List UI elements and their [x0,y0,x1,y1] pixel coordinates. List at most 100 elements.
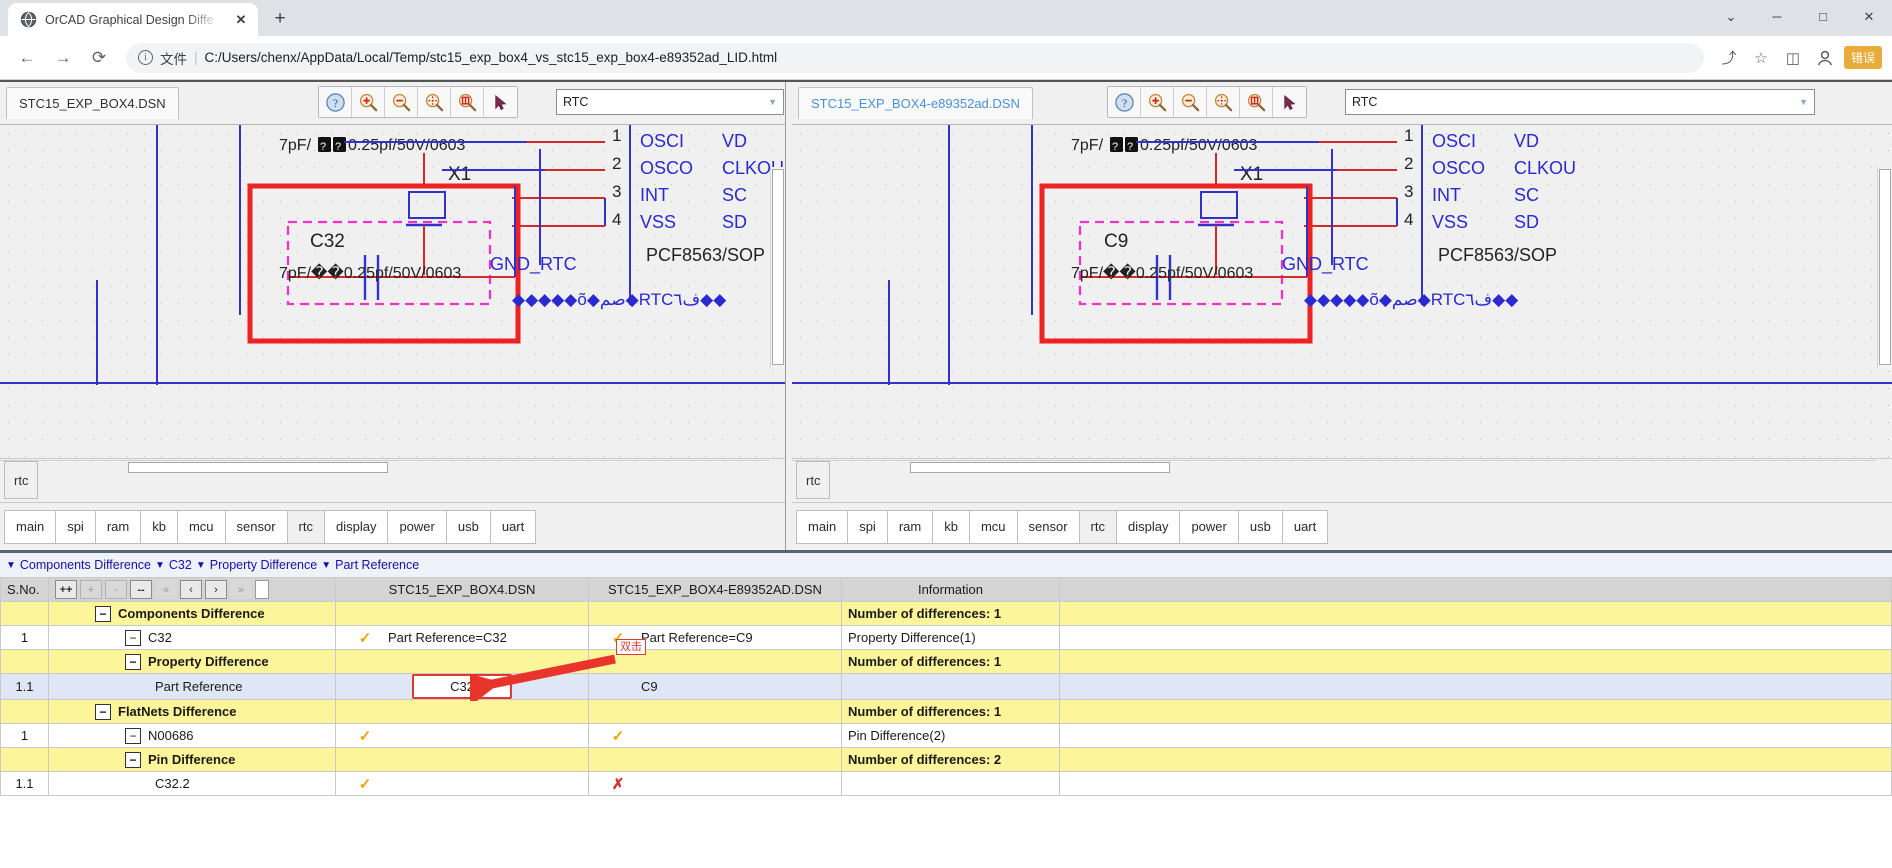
left-schematic-pane: STC15_EXP_BOX4.DSN ? RTC ▼ 7pF/ ? ? 0.25… [0,82,786,550]
sheet-tab-uart[interactable]: uart [1281,509,1329,544]
error-badge[interactable]: 错误 [1843,46,1882,69]
table-row[interactable]: 1− C32 ✓ Part Reference=C32 ✓ Part Reference=… [0,625,1892,650]
page-info-icon[interactable]: i [138,50,153,65]
left-design-tab[interactable]: STC15_EXP_BOX4.DSN [6,87,179,119]
expander-toggle-icon[interactable]: − [125,629,141,646]
table-row[interactable]: − FlatNets Difference Number of difference… [0,699,1892,724]
zoom-in-icon[interactable] [352,87,385,117]
first-button[interactable]: « [155,580,177,599]
sheet-tab-uart[interactable]: uart [489,509,537,544]
bookmark-star-icon[interactable]: ☆ [1746,43,1776,73]
svg-text:INT: INT [1432,185,1461,205]
sheet-tab-main[interactable]: main [796,509,849,544]
sheet-tab-rtc[interactable]: rtc [1078,509,1117,544]
last-button[interactable]: » [230,580,252,599]
right-vertical-scrollbar[interactable] [1877,167,1892,368]
sheet-tab-rtc[interactable]: rtc [286,509,325,544]
zoom-region-icon[interactable] [1240,87,1273,117]
share-icon[interactable]: ⤴ [1714,43,1744,73]
right-sheet-title[interactable]: rtc [796,461,831,499]
sheet-tab-sensor[interactable]: sensor [1016,509,1080,544]
zoom-fit-icon[interactable] [418,87,451,117]
sheet-tab-sensor[interactable]: sensor [224,509,288,544]
zoom-out-icon[interactable] [385,87,418,117]
collapse-all-button[interactable]: -- [130,580,152,599]
left-page-combo[interactable]: RTC ▼ [556,89,784,115]
table-row[interactable]: − Pin Difference Number of differences: 2 [0,747,1892,772]
sheet-tab-spi[interactable]: spi [55,509,96,544]
expander-toggle-icon[interactable]: − [125,751,141,768]
expand-one-button[interactable]: + [80,580,102,599]
right-schematic-canvas[interactable]: 7pF/ ? ? 0.25pf/50V/0603 X1 1 2 3 4 OSCI… [792,124,1892,458]
sheet-tab-display[interactable]: display [323,509,389,544]
maximize-button[interactable]: □ [1800,0,1846,33]
breadcrumb-link[interactable]: Part Reference [335,558,419,572]
sheet-tab-kb[interactable]: kb [932,509,970,544]
address-bar[interactable]: i 文件 | C:/Users/chenx/AppData/Local/Temp… [126,42,1704,73]
next-button[interactable]: › [205,580,227,599]
reload-button[interactable]: ⟳ [82,41,116,75]
right-page-combo[interactable]: RTC ▼ [1345,89,1815,115]
sheet-tab-ram[interactable]: ram [886,509,934,544]
slider-handle[interactable] [255,580,269,599]
breadcrumb-link[interactable]: Components Difference [20,558,151,572]
chevron-down-icon[interactable]: ⌄ [1708,0,1754,33]
close-icon[interactable]: ✕ [232,11,250,29]
sheet-tab-mcu[interactable]: mcu [968,509,1018,544]
browser-tab[interactable]: OrCAD Graphical Design Diffe ✕ [8,3,258,36]
table-row[interactable]: − Components Difference Number of differen… [0,601,1892,626]
svg-text:C32: C32 [310,231,345,252]
forward-button[interactable]: → [46,41,80,75]
expander-toggle-icon[interactable]: − [95,605,111,622]
check-icon: ✓ [611,727,625,745]
chevron-down-icon[interactable]: ▼ [1799,97,1808,107]
right-vscroll-thumb[interactable] [1879,169,1891,365]
breadcrumb-link[interactable]: Property Difference [210,558,317,572]
minimize-button[interactable]: ─ [1754,0,1800,33]
close-window-button[interactable]: ✕ [1846,0,1892,33]
table-row[interactable]: − Property Difference Number of difference… [0,649,1892,674]
left-vertical-scrollbar[interactable] [770,167,785,368]
collapse-one-button[interactable]: - [105,580,127,599]
expand-all-button[interactable]: ++ [55,580,77,599]
help-icon[interactable]: ? [1108,87,1141,117]
sheet-tab-usb[interactable]: usb [445,509,491,544]
difference-table-wrap[interactable]: S.No. ++ + - -- «‹ ›» STC15_EXP_BOX4.DSN STC1… [0,577,1892,868]
expander-toggle-icon[interactable]: − [125,653,141,670]
left-vscroll-thumb[interactable] [772,169,784,365]
breadcrumb-link[interactable]: C32 [169,558,192,572]
highlighted-value-box[interactable]: C32 [412,674,512,699]
zoom-fit-icon[interactable] [1207,87,1240,117]
table-row[interactable]: 1− N00686 ✓ ✓ Pin Difference(2) [0,723,1892,748]
expander-toggle-icon[interactable]: − [95,703,111,720]
table-row[interactable]: 1.1 Part Reference C32 C9 [0,673,1892,700]
help-icon[interactable]: ? [319,87,352,117]
back-button[interactable]: ← [10,41,44,75]
left-sheet-tabs: main spi ram kb mcu sensor rtc display power usb u… [0,502,785,550]
sheet-tab-mcu[interactable]: mcu [176,509,226,544]
sheet-tab-power[interactable]: power [387,509,447,544]
sheet-tab-power[interactable]: power [1179,509,1239,544]
zoom-in-icon[interactable] [1141,87,1174,117]
svg-text:3: 3 [1404,182,1413,201]
side-panel-icon[interactable]: ◫ [1778,43,1808,73]
sheet-tab-main[interactable]: main [4,509,57,544]
sheet-tab-display[interactable]: display [1115,509,1181,544]
select-cursor-icon[interactable] [484,87,517,117]
right-design-tab[interactable]: STC15_EXP_BOX4-e89352ad.DSN [798,87,1033,119]
table-row[interactable]: 1.1 C32.2 ✓ ✗ [0,771,1892,796]
sheet-tab-kb[interactable]: kb [140,509,178,544]
sheet-tab-spi[interactable]: spi [847,509,888,544]
chevron-down-icon[interactable]: ▼ [768,97,777,107]
prev-button[interactable]: ‹ [180,580,202,599]
sheet-tab-ram[interactable]: ram [94,509,142,544]
zoom-out-icon[interactable] [1174,87,1207,117]
new-tab-button[interactable]: + [266,5,294,33]
sheet-tab-usb[interactable]: usb [1237,509,1283,544]
left-schematic-canvas[interactable]: 7pF/ ? ? 0.25pf/50V/0603 X1 1 2 3 4 OSCI… [0,124,785,458]
select-cursor-icon[interactable] [1273,87,1306,117]
profile-avatar-icon[interactable] [1810,43,1840,73]
zoom-region-icon[interactable] [451,87,484,117]
left-sheet-title[interactable]: rtc [4,461,39,499]
expander-toggle-icon[interactable]: − [125,727,141,744]
